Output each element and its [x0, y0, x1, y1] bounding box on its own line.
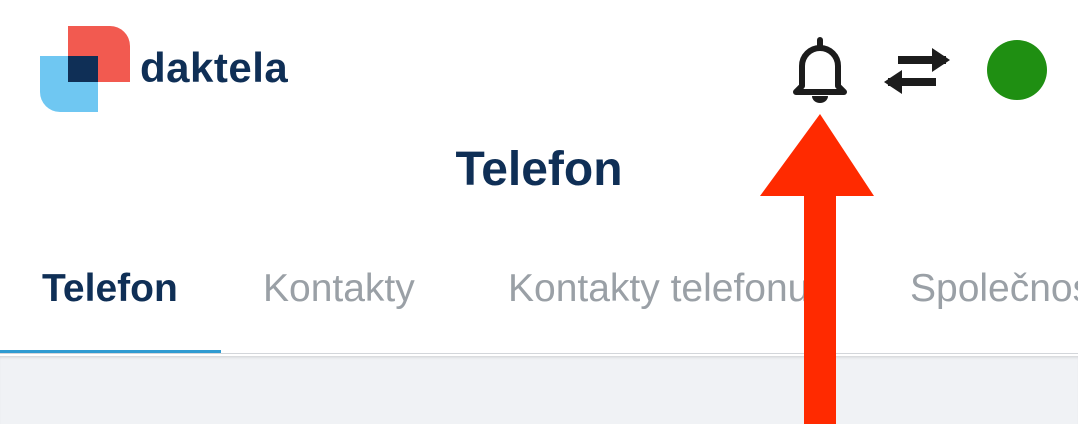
active-tab-indicator [0, 350, 221, 353]
status-avatar[interactable] [987, 40, 1047, 100]
tab-kontakty[interactable]: Kontakty [263, 264, 415, 314]
daktela-logo[interactable] [40, 26, 130, 112]
app-header: daktela [0, 0, 1078, 140]
content-area [0, 356, 1078, 424]
tab-spolecnosti[interactable]: Společnosti [910, 264, 1078, 314]
tab-telefon[interactable]: Telefon [42, 264, 178, 314]
red-annotation-arrow [760, 114, 874, 424]
swap-arrows-icon[interactable] [880, 46, 954, 96]
page-title: Telefon [455, 143, 623, 196]
brand-name: daktela [140, 44, 289, 91]
tab-bar: Telefon Kontakty Kontakty telefonu Spole… [0, 246, 1078, 354]
bell-icon[interactable] [790, 36, 850, 104]
